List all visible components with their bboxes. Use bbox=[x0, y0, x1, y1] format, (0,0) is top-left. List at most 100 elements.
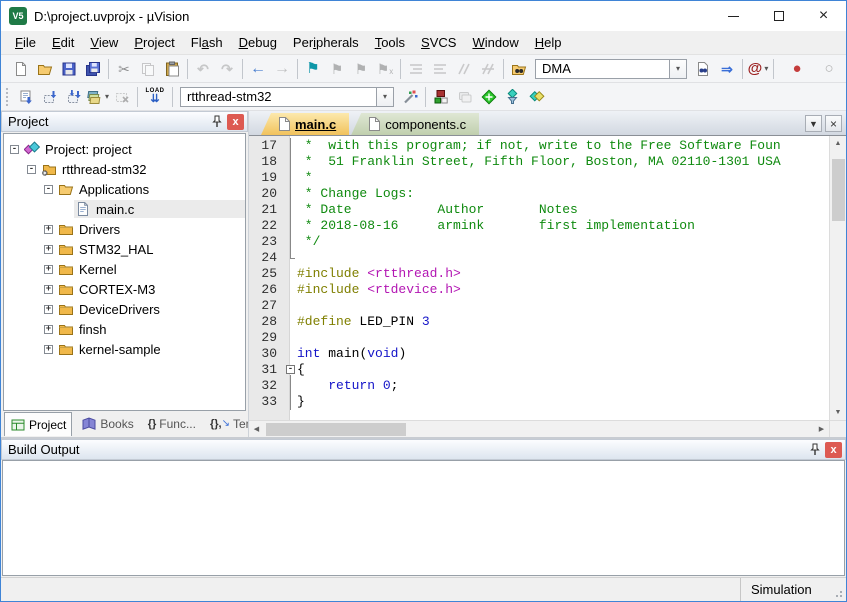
tree-item-kernel[interactable]: +Kernel bbox=[4, 259, 245, 279]
tree-item-body[interactable]: Kernel bbox=[57, 260, 245, 278]
nav-back-button[interactable]: ← bbox=[246, 57, 270, 80]
build-output-content[interactable] bbox=[2, 460, 845, 576]
translate-button[interactable] bbox=[14, 85, 38, 108]
tree-item-body[interactable]: STM32_HAL bbox=[57, 240, 245, 258]
resize-grip[interactable] bbox=[828, 578, 846, 601]
tree-item-body[interactable]: Applications bbox=[57, 180, 245, 198]
collapse-minus-icon[interactable]: - bbox=[10, 145, 19, 154]
save-button[interactable] bbox=[57, 57, 81, 80]
collapse-minus-icon[interactable]: - bbox=[44, 185, 53, 194]
tree-item-body[interactable]: Drivers bbox=[57, 220, 245, 238]
scroll-left-icon[interactable]: ◀ bbox=[249, 422, 264, 437]
code-area[interactable]: 17 * with this program; if not, write to… bbox=[249, 136, 829, 420]
bookmark-next-button[interactable]: ⚑ bbox=[325, 57, 349, 80]
menu-view[interactable]: View bbox=[82, 32, 126, 53]
scroll-right-icon[interactable]: ▶ bbox=[814, 422, 829, 437]
breakpoint-edge-button[interactable]: ● bbox=[841, 57, 846, 80]
menu-tools[interactable]: Tools bbox=[367, 32, 413, 53]
bookmark-button[interactable]: ⚑ bbox=[301, 57, 325, 80]
tree-item-applications[interactable]: -Applications bbox=[4, 179, 245, 199]
new-file-button[interactable] bbox=[9, 57, 33, 80]
maximize-button[interactable] bbox=[756, 1, 801, 31]
tree-item-stm32-hal[interactable]: + STM32_HAL bbox=[4, 239, 245, 259]
build-output-close-icon[interactable]: x bbox=[825, 442, 842, 458]
batch-build-button[interactable]: ▾ bbox=[86, 85, 110, 108]
tree-item-rtthread-stm32[interactable]: -rtthread-stm32 bbox=[4, 159, 245, 179]
breakpoint-disable-button[interactable]: ○ bbox=[817, 57, 841, 80]
panel-tab-project[interactable]: Project bbox=[4, 412, 72, 436]
tree-item-cortex-m3[interactable]: +CORTEX-M3 bbox=[4, 279, 245, 299]
tree-item-body[interactable]: rtthread-stm32 bbox=[40, 160, 245, 178]
tree-item-main-c[interactable]: main.c bbox=[4, 199, 245, 219]
editor-tab-components-c[interactable]: components.c bbox=[351, 113, 479, 135]
search-combobox[interactable]: DMA▾ bbox=[535, 59, 687, 79]
toolbar-grip[interactable] bbox=[5, 87, 10, 107]
cut-button[interactable]: ✂ bbox=[112, 57, 136, 80]
fold-margin[interactable]: - bbox=[283, 362, 297, 378]
expand-plus-icon[interactable]: + bbox=[44, 225, 53, 234]
editor-horizontal-scrollbar[interactable]: ◀ ▶ bbox=[249, 420, 829, 437]
menu-flash[interactable]: Flash bbox=[183, 32, 231, 53]
copy-button[interactable] bbox=[136, 57, 160, 80]
tree-item-devicedrivers[interactable]: + DeviceDrivers bbox=[4, 299, 245, 319]
bookmark-prev-button[interactable]: ⚑ bbox=[349, 57, 373, 80]
tree-item-drivers[interactable]: + Drivers bbox=[4, 219, 245, 239]
vertical-scroll-thumb[interactable] bbox=[832, 159, 845, 221]
outdent-button[interactable] bbox=[404, 57, 428, 80]
menu-edit[interactable]: Edit bbox=[44, 32, 82, 53]
tree-item-project-project[interactable]: -Project: project bbox=[4, 139, 245, 159]
build-button[interactable] bbox=[38, 85, 62, 108]
tree-item-kernel-sample[interactable]: +kernel-sample bbox=[4, 339, 245, 359]
close-document-icon[interactable]: × bbox=[825, 115, 842, 132]
editor-vertical-scrollbar[interactable]: ▲ ▼ bbox=[829, 136, 846, 420]
dropdown-arrow-icon[interactable]: ▾ bbox=[764, 64, 768, 73]
pin-icon[interactable] bbox=[208, 114, 225, 130]
menu-peripherals[interactable]: Peripherals bbox=[285, 32, 367, 53]
expand-plus-icon[interactable]: + bbox=[44, 285, 53, 294]
target-select-combobox-value[interactable]: rtthread-stm32 bbox=[180, 87, 376, 107]
search-combobox-value[interactable]: DMA bbox=[535, 59, 669, 79]
menu-svcs[interactable]: SVCS bbox=[413, 32, 464, 53]
nav-forward-button[interactable]: → bbox=[270, 57, 294, 80]
select-packs-button[interactable] bbox=[501, 85, 525, 108]
comment-button[interactable] bbox=[452, 57, 476, 80]
collapse-minus-icon[interactable]: - bbox=[27, 165, 36, 174]
paste-button[interactable] bbox=[160, 57, 184, 80]
breakpoint-set-button[interactable]: ● bbox=[785, 57, 809, 80]
redo-button[interactable]: ↷ bbox=[215, 57, 239, 80]
expand-plus-icon[interactable]: + bbox=[44, 245, 53, 254]
target-select-combobox-dropdown-icon[interactable]: ▾ bbox=[376, 87, 394, 107]
undo-button[interactable]: ↶ bbox=[191, 57, 215, 80]
tree-item-body[interactable]: finsh bbox=[57, 320, 245, 338]
find-text-button[interactable] bbox=[691, 57, 715, 80]
target-select-combobox[interactable]: rtthread-stm32▾ bbox=[180, 87, 394, 107]
help-search-button[interactable]: @▾ bbox=[746, 57, 770, 80]
rebuild-button[interactable] bbox=[62, 85, 86, 108]
scroll-down-icon[interactable]: ▼ bbox=[831, 405, 846, 420]
bookmark-clear-button[interactable]: ⚑x bbox=[373, 57, 397, 80]
expand-plus-icon[interactable]: + bbox=[44, 305, 53, 314]
project-panel-close-icon[interactable]: x bbox=[227, 114, 244, 130]
manage-components-button[interactable] bbox=[429, 85, 453, 108]
menu-window[interactable]: Window bbox=[464, 32, 526, 53]
panel-tab-books[interactable]: Books bbox=[76, 413, 138, 435]
project-tree[interactable]: -Project: project-rtthread-stm32-Applica… bbox=[3, 133, 246, 411]
horizontal-scroll-thumb[interactable] bbox=[266, 423, 406, 436]
uncomment-button[interactable] bbox=[476, 57, 500, 80]
tree-item-finsh[interactable]: +finsh bbox=[4, 319, 245, 339]
incremental-find-button[interactable]: ⇒ bbox=[715, 57, 739, 80]
scroll-up-icon[interactable]: ▲ bbox=[831, 136, 846, 151]
tree-item-body[interactable]: DeviceDrivers bbox=[57, 300, 245, 318]
menu-debug[interactable]: Debug bbox=[231, 32, 285, 53]
tree-item-body[interactable]: Project: project bbox=[23, 140, 245, 158]
search-combobox-dropdown-icon[interactable]: ▾ bbox=[669, 59, 687, 79]
close-button[interactable]: × bbox=[801, 1, 846, 31]
manage-rte-button[interactable] bbox=[477, 85, 501, 108]
stop-build-button[interactable] bbox=[110, 85, 134, 108]
menu-file[interactable]: File bbox=[7, 32, 44, 53]
manage-books-button[interactable] bbox=[453, 85, 477, 108]
editor-tab-main-c[interactable]: main.c bbox=[261, 113, 349, 135]
find-in-files-button[interactable] bbox=[507, 57, 531, 80]
tree-item-body[interactable]: main.c bbox=[74, 200, 245, 218]
save-all-button[interactable] bbox=[81, 57, 105, 80]
